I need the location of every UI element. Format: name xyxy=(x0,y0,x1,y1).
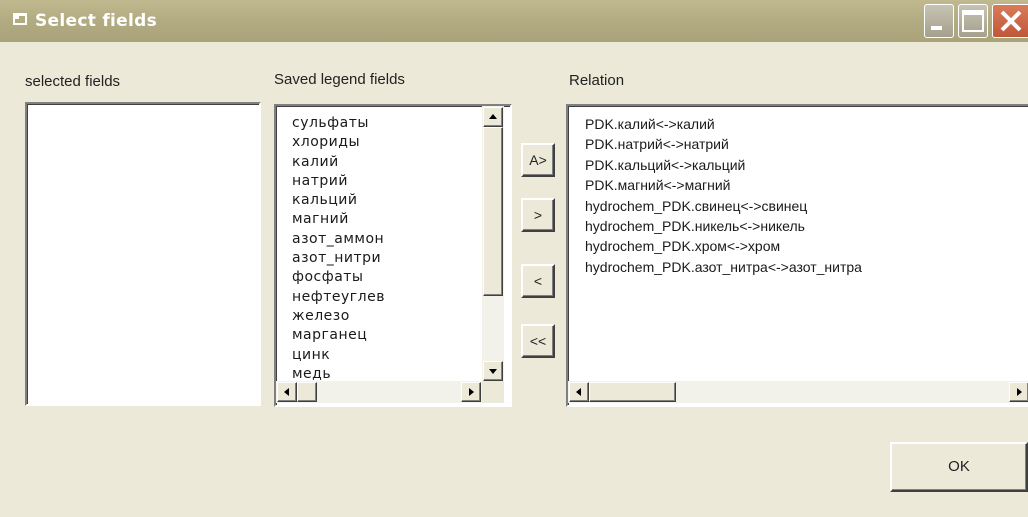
list-item[interactable]: PDK.кальций<->кальций xyxy=(585,155,862,175)
scroll-up-button[interactable] xyxy=(483,107,503,127)
close-icon xyxy=(1000,10,1022,32)
saved-legend-fields-label: Saved legend fields xyxy=(274,71,405,88)
scroll-left-icon xyxy=(284,388,289,396)
scroll-right-button[interactable] xyxy=(461,382,481,402)
relation-items: PDK.калий<->калий PDK.натрий<->натрий PD… xyxy=(585,114,862,277)
saved-horizontal-scroll-thumb[interactable] xyxy=(297,382,317,402)
select-fields-window: Select fields selected fields Saved lege… xyxy=(0,0,1028,517)
add-button[interactable]: > xyxy=(521,198,555,232)
list-item[interactable]: марганец xyxy=(292,326,385,345)
list-item[interactable]: PDK.натрий<->натрий xyxy=(585,134,862,154)
list-item[interactable]: hydrochem_PDK.хром<->хром xyxy=(585,236,862,256)
scroll-left-button[interactable] xyxy=(277,382,297,402)
list-item[interactable]: магний xyxy=(292,210,385,229)
scroll-left-button[interactable] xyxy=(569,382,589,402)
list-item[interactable]: сульфаты xyxy=(292,114,385,133)
minimize-button[interactable] xyxy=(924,4,954,38)
remove-all-button[interactable]: << xyxy=(521,324,555,358)
scroll-down-button[interactable] xyxy=(483,361,503,381)
list-item[interactable]: азот_нитри xyxy=(292,249,385,268)
relation-list[interactable]: PDK.калий<->калий PDK.натрий<->натрий PD… xyxy=(566,104,1028,407)
list-item[interactable]: hydrochem_PDK.никель<->никель xyxy=(585,216,862,236)
list-item[interactable]: PDK.магний<->магний xyxy=(585,175,862,195)
saved-vertical-scroll-thumb[interactable] xyxy=(483,127,503,296)
maximize-icon xyxy=(962,10,984,32)
title-bar[interactable]: Select fields xyxy=(0,0,1028,42)
relation-horizontal-scroll-thumb[interactable] xyxy=(589,382,676,402)
minimize-icon xyxy=(931,26,942,30)
window-title: Select fields xyxy=(35,11,158,31)
list-item[interactable]: хлориды xyxy=(292,133,385,152)
list-item[interactable]: азот_аммон xyxy=(292,230,385,249)
remove-button[interactable]: < xyxy=(521,264,555,298)
relation-label: Relation xyxy=(569,72,625,89)
list-item[interactable]: нефтеуглев xyxy=(292,288,385,307)
maximize-button[interactable] xyxy=(958,4,988,38)
add-all-button[interactable]: A> xyxy=(521,143,555,177)
list-item[interactable]: PDK.калий<->калий xyxy=(585,114,862,134)
list-item[interactable]: hydrochem_PDK.азот_нитра<->азот_нитра xyxy=(585,257,862,277)
list-item[interactable]: hydrochem_PDK.свинец<->свинец xyxy=(585,196,862,216)
list-item[interactable]: фосфаты xyxy=(292,268,385,287)
list-item[interactable]: цинк xyxy=(292,346,385,365)
ok-button[interactable]: OK xyxy=(890,442,1028,492)
list-item[interactable]: калий xyxy=(292,153,385,172)
selected-fields-label: selected fields xyxy=(25,73,121,90)
scroll-right-icon xyxy=(469,388,474,396)
scroll-right-icon xyxy=(1017,388,1022,396)
saved-legend-fields-list[interactable]: сульфаты хлориды калий натрий кальций ма… xyxy=(274,104,512,407)
scroll-left-icon xyxy=(576,388,581,396)
scrollbar-corner xyxy=(482,381,504,403)
list-item[interactable]: натрий xyxy=(292,172,385,191)
app-window-icon xyxy=(13,13,27,25)
list-item[interactable]: кальций xyxy=(292,191,385,210)
selected-fields-list[interactable] xyxy=(25,102,261,406)
scroll-right-button[interactable] xyxy=(1009,382,1028,402)
scroll-down-icon xyxy=(489,369,497,374)
close-button[interactable] xyxy=(992,4,1028,38)
scroll-up-icon xyxy=(489,114,497,119)
saved-legend-items: сульфаты хлориды калий натрий кальций ма… xyxy=(292,114,385,384)
list-item[interactable]: железо xyxy=(292,307,385,326)
